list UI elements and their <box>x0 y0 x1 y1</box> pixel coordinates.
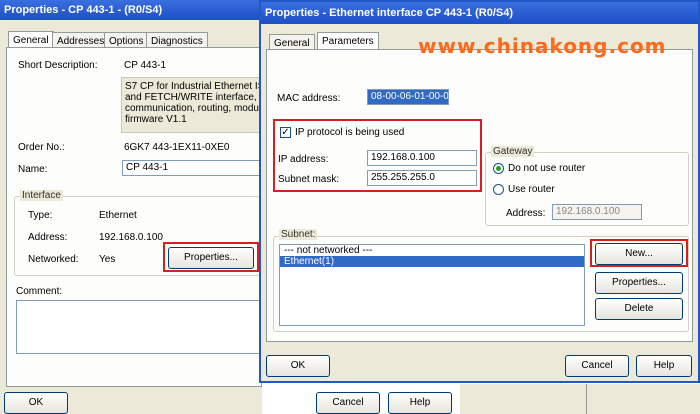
back-window-footer <box>460 384 700 414</box>
front-window-title: Properties - Ethernet interface CP 443-1… <box>261 2 698 24</box>
description-box: S7 CP for Industrial Ethernet ISO and FE… <box>121 77 262 133</box>
help-button[interactable]: Help <box>636 355 692 377</box>
subnet-group-label: Subnet: <box>279 229 318 240</box>
mac-address-input[interactable]: 08-00-06-01-00-00 <box>367 89 449 105</box>
back-cancel-button[interactable]: Cancel <box>316 392 380 414</box>
short-description-value: CP 443-1 <box>124 60 167 71</box>
cancel-button[interactable]: Cancel <box>565 355 629 377</box>
gateway-group-label: Gateway <box>491 146 535 157</box>
subnet-list[interactable]: --- not networked --- Ethernet(1) <box>279 244 585 326</box>
short-description-label: Short Description: <box>18 60 98 71</box>
subnet-mask-label: Subnet mask: <box>278 174 340 185</box>
subnet-properties-button[interactable]: Properties... <box>595 272 683 294</box>
ip-protocol-checkbox[interactable]: ✓ <box>280 127 291 138</box>
gateway-address-label: Address: <box>506 208 546 219</box>
back-help-button[interactable]: Help <box>388 392 452 414</box>
description-line: and FETCH/WRITE interface, lo <box>125 92 262 103</box>
type-label: Type: <box>28 210 53 221</box>
mac-address-label: MAC address: <box>277 93 341 104</box>
ip-address-input[interactable]: 192.168.0.100 <box>367 150 477 166</box>
description-line: communication, routing, module <box>125 103 262 114</box>
name-label: Name: <box>18 164 48 175</box>
no-router-radio[interactable] <box>493 163 504 174</box>
list-item[interactable]: Ethernet(1) <box>280 256 584 267</box>
description-line: firmware V1.1 <box>125 114 187 125</box>
use-router-radio[interactable] <box>493 184 504 195</box>
ip-address-label: IP address: <box>278 154 329 165</box>
list-item[interactable]: --- not networked --- <box>280 245 584 256</box>
comment-label: Comment: <box>16 286 63 297</box>
no-router-label: Do not use router <box>508 163 586 174</box>
ip-protocol-label: IP protocol is being used <box>295 127 405 138</box>
new-subnet-button[interactable]: New... <box>595 243 683 265</box>
comment-input[interactable] <box>16 300 262 354</box>
back-ok-button[interactable]: OK <box>4 392 68 414</box>
divider <box>586 384 587 414</box>
interface-group-label: Interface <box>20 190 63 201</box>
use-router-label: Use router <box>508 184 555 195</box>
interface-properties-button[interactable]: Properties... <box>168 247 254 269</box>
name-input[interactable]: CP 443-1 <box>122 160 262 176</box>
delete-subnet-button[interactable]: Delete <box>595 298 683 320</box>
type-value: Ethernet <box>99 210 137 221</box>
gateway-address-input[interactable]: 192.168.0.100 <box>552 204 642 220</box>
back-window-title: Properties - CP 443-1 - (R0/S4) <box>0 0 262 20</box>
address-label: Address: <box>28 232 68 243</box>
watermark-text: www.chinakong.com <box>418 34 667 58</box>
address-value: 192.168.0.100 <box>99 232 163 243</box>
back-properties-window: Properties - CP 443-1 - (R0/S4) General … <box>0 0 262 414</box>
ok-button[interactable]: OK <box>266 355 330 377</box>
tab-parameters[interactable]: Parameters <box>317 32 379 50</box>
order-no-label: Order No.: <box>18 142 65 153</box>
subnet-mask-input[interactable]: 255.255.255.0 <box>367 170 477 186</box>
order-no-value: 6GK7 443-1EX11-0XE0 <box>124 142 230 153</box>
networked-label: Networked: <box>28 254 79 265</box>
description-line: S7 CP for Industrial Ethernet ISO <box>125 81 262 92</box>
networked-value: Yes <box>99 254 116 265</box>
